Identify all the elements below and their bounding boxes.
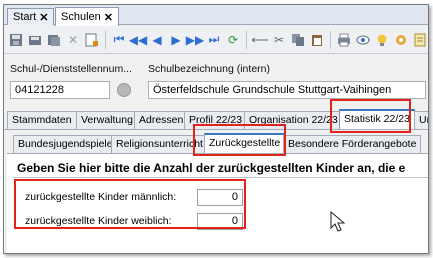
toolbar: ✕ ⏮ ◀◀ ◀ ▶ ▶▶ ⏭ ⟳ ⟵ ✂ <box>4 26 428 54</box>
notes-icon[interactable] <box>412 32 428 48</box>
document-tab-bar: Start ✕ Schulen ✕ <box>4 5 428 26</box>
tab-start-label: Start <box>13 11 37 23</box>
close-icon[interactable]: ✕ <box>39 11 48 24</box>
tab-divider <box>4 129 428 130</box>
tab-zurueckgestellte[interactable]: Zurückgestellte <box>204 133 286 154</box>
settings-icon[interactable] <box>393 32 409 48</box>
tab-schulen-label: Schulen <box>61 11 101 23</box>
sub-tab-bar: Bundesjugendspiele Religionsunterricht Z… <box>4 132 428 154</box>
copy-icon[interactable] <box>290 32 306 48</box>
last-icon[interactable]: ⏭ <box>206 32 222 48</box>
tab-bundesjugendspiele[interactable]: Bundesjugendspiele <box>13 135 118 153</box>
female-label: zurückgestellte Kinder weiblich: <box>25 215 172 227</box>
content-panel: Geben Sie hier bitte die Anzahl der zurü… <box>7 153 428 253</box>
save-stack-icon[interactable] <box>46 32 62 48</box>
lightbulb-icon[interactable] <box>374 32 390 48</box>
school-number-label: Schul-/Dienststellennum... <box>10 63 132 75</box>
content-divider <box>14 177 428 178</box>
paste-icon[interactable] <box>309 32 325 48</box>
back-arrow-icon[interactable]: ⟵ <box>251 32 268 48</box>
close-icon[interactable]: ✕ <box>104 11 113 24</box>
tab-organisation[interactable]: Organisation 22/23 <box>244 111 343 129</box>
female-count-input[interactable]: 0 <box>197 213 243 230</box>
toolbar-separator <box>246 30 247 49</box>
tab-stammdaten[interactable]: Stammdaten <box>7 111 77 129</box>
instruction-text: Geben Sie hier bitte die Anzahl der zurü… <box>17 161 406 175</box>
tab-verwaltung[interactable]: Verwaltung <box>76 111 138 129</box>
tab-adressen[interactable]: Adressen <box>134 111 189 129</box>
status-indicator-icon <box>117 83 131 97</box>
tab-start[interactable]: Start ✕ <box>7 8 55 25</box>
tab-religionsunterricht[interactable]: Religionsunterricht <box>111 135 208 153</box>
prev-icon[interactable]: ◀ <box>149 32 165 48</box>
school-number-field[interactable]: 04121228 <box>10 81 110 99</box>
next-icon[interactable]: ▶ <box>168 32 184 48</box>
prev-fast-icon[interactable]: ◀◀ <box>129 32 147 48</box>
cut-icon[interactable]: ✂ <box>271 32 287 48</box>
first-icon[interactable]: ⏮ <box>111 32 127 48</box>
application-window: Start ✕ Schulen ✕ ✕ ⏮ ◀◀ ◀ ▶ ▶▶ ⏭ ⟳ ⟵ ✂ <box>3 4 429 254</box>
print-icon[interactable] <box>336 32 352 48</box>
tab-un[interactable]: Un <box>414 111 428 129</box>
tab-statistik[interactable]: Statistik 22/23 <box>339 109 415 130</box>
delete-icon[interactable]: ✕ <box>65 32 81 48</box>
tab-schulen[interactable]: Schulen ✕ <box>55 7 119 26</box>
school-name-field[interactable]: Österfeldschule Grundschule Stuttgart-Va… <box>148 81 426 99</box>
preview-icon[interactable] <box>355 32 371 48</box>
toolbar-separator <box>330 30 331 49</box>
next-fast-icon[interactable]: ▶▶ <box>186 32 204 48</box>
male-count-input[interactable]: 0 <box>197 189 243 206</box>
main-tab-bar: Stammdaten Verwaltung Adressen Profil 22… <box>4 108 428 130</box>
school-name-label: Schulbezeichnung (intern) <box>148 63 270 75</box>
refresh-icon[interactable]: ⟳ <box>225 32 241 48</box>
male-label: zurückgestellte Kinder männlich: <box>25 191 177 203</box>
save-close-icon[interactable] <box>27 32 43 48</box>
edit-icon[interactable] <box>84 32 100 48</box>
tab-besondere-foerderangebote[interactable]: Besondere Förderangebote <box>283 135 422 153</box>
toolbar-separator <box>105 30 106 49</box>
mouse-cursor-icon <box>330 210 346 236</box>
tab-profil[interactable]: Profil 22/23 <box>184 111 248 129</box>
save-icon[interactable] <box>8 32 24 48</box>
